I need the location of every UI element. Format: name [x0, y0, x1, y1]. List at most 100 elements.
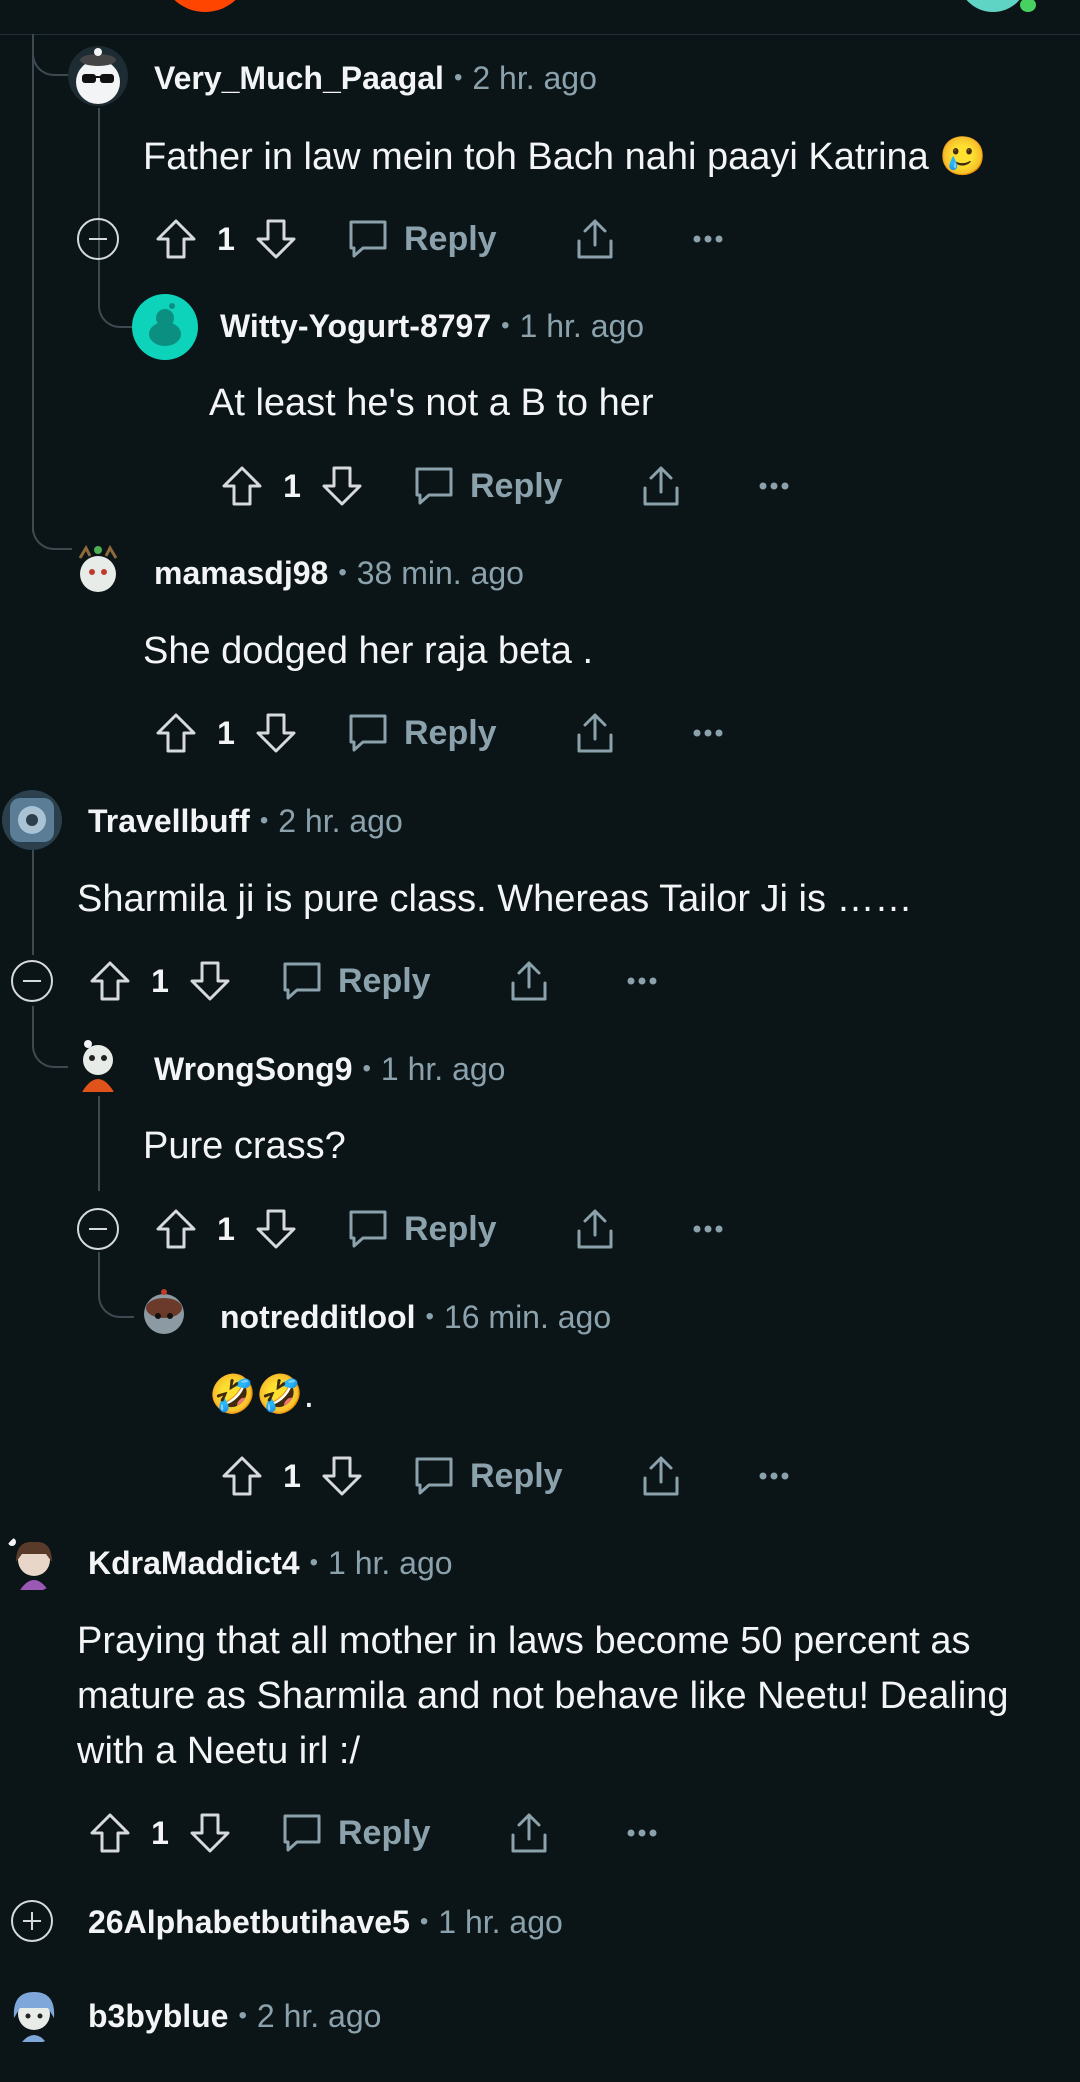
reply-button[interactable]: Reply: [280, 1811, 431, 1855]
separator-dot: •: [238, 2002, 247, 2029]
avatar[interactable]: [2, 1532, 62, 1592]
vote-count: 1: [217, 714, 235, 751]
timestamp: 16 min. ago: [443, 1298, 612, 1335]
more-options-button[interactable]: [693, 234, 723, 244]
separator-dot: •: [259, 807, 269, 834]
avatar[interactable]: [68, 540, 128, 600]
arrow-up-icon[interactable]: [218, 1452, 266, 1500]
username[interactable]: Very_Much_Paagal: [154, 60, 444, 97]
reply-button[interactable]: Reply: [412, 464, 563, 508]
avatar[interactable]: [2, 1984, 62, 2044]
separator-dot: •: [453, 64, 463, 91]
thread-line: [32, 34, 34, 532]
username[interactable]: KdraMaddict4: [88, 1545, 300, 1582]
ellipsis-icon: [693, 235, 723, 243]
comment-actions: 1 Reply: [152, 1199, 723, 1259]
share-button[interactable]: [573, 711, 617, 755]
ellipsis-icon: [627, 977, 657, 985]
avatar[interactable]: [68, 46, 128, 106]
share-button[interactable]: [507, 959, 551, 1003]
username[interactable]: Witty-Yogurt-8797: [220, 308, 491, 345]
more-options-button[interactable]: [759, 1471, 789, 1481]
avatar[interactable]: [134, 1286, 194, 1346]
share-button[interactable]: [573, 1207, 617, 1251]
more-options-button[interactable]: [693, 1224, 723, 1234]
comment-body: Pure crass?: [143, 1125, 346, 1167]
comment-meta: Travellbuff • 2 hr. ago: [88, 801, 403, 841]
arrow-down-icon[interactable]: [252, 1205, 300, 1253]
collapse-thread-button[interactable]: [11, 960, 53, 1002]
comment-meta: b3byblue • 2 hr. ago: [88, 1996, 381, 2036]
reply-button[interactable]: Reply: [280, 959, 431, 1003]
arrow-down-icon[interactable]: [318, 462, 366, 510]
timestamp: 2 hr. ago: [278, 802, 403, 839]
timestamp: 1 hr. ago: [328, 1544, 453, 1581]
share-button[interactable]: [507, 1811, 551, 1855]
username[interactable]: WrongSong9: [154, 1051, 353, 1088]
arrow-up-icon[interactable]: [152, 709, 200, 757]
reply-label: Reply: [470, 1456, 563, 1495]
separator-dot: •: [419, 1908, 429, 1935]
arrow-up-icon[interactable]: [152, 1205, 200, 1253]
share-icon: [577, 219, 613, 259]
share-icon: [643, 1456, 679, 1496]
arrow-up-icon[interactable]: [152, 215, 200, 263]
username[interactable]: 26Alphabetbutihave5: [88, 1904, 410, 1941]
more-options-button[interactable]: [759, 481, 789, 491]
arrow-up-icon[interactable]: [86, 957, 134, 1005]
reply-button[interactable]: Reply: [346, 217, 497, 261]
more-options-button[interactable]: [627, 976, 657, 986]
separator-dot: •: [425, 1303, 434, 1330]
avatar[interactable]: [68, 1036, 128, 1096]
thread-connector: [98, 262, 136, 328]
comment-meta[interactable]: 26Alphabetbutihave5 • 1 hr. ago: [88, 1902, 563, 1942]
comment-actions: 1 Reply: [152, 703, 723, 763]
username[interactable]: mamasdj98: [154, 555, 328, 592]
arrow-down-icon[interactable]: [252, 215, 300, 263]
share-button[interactable]: [639, 464, 683, 508]
username[interactable]: notredditlool: [220, 1299, 416, 1336]
avatar[interactable]: [2, 790, 62, 850]
reply-label: Reply: [404, 713, 497, 752]
comment-actions: 1 Reply: [218, 456, 789, 516]
reply-button[interactable]: Reply: [346, 711, 497, 755]
reply-label: Reply: [470, 466, 563, 505]
reply-label: Reply: [338, 961, 431, 1000]
arrow-down-icon[interactable]: [186, 957, 234, 1005]
collapse-thread-button[interactable]: [77, 218, 119, 260]
comment-meta: mamasdj98 • 38 min. ago: [154, 553, 524, 593]
share-button[interactable]: [639, 1454, 683, 1498]
timestamp: 38 min. ago: [356, 554, 524, 591]
avatar[interactable]: [132, 294, 198, 360]
comment-actions: 1 Reply: [86, 1803, 657, 1863]
username[interactable]: Travellbuff: [88, 803, 250, 840]
separator-dot: •: [362, 1055, 371, 1082]
arrow-up-icon[interactable]: [218, 462, 266, 510]
comment-body: Praying that all mother in laws become 5…: [77, 1614, 1009, 1779]
comment-meta: KdraMaddict4 • 1 hr. ago: [88, 1543, 453, 1583]
more-options-button[interactable]: [627, 1828, 657, 1838]
vote-count: 1: [283, 1457, 301, 1494]
more-options-button[interactable]: [693, 728, 723, 738]
arrow-down-icon[interactable]: [252, 709, 300, 757]
arrow-down-icon[interactable]: [186, 1809, 234, 1857]
reply-button[interactable]: Reply: [412, 1454, 563, 1498]
separator-dot: •: [309, 1549, 318, 1576]
collapse-thread-button[interactable]: [77, 1208, 119, 1250]
arrow-down-icon[interactable]: [318, 1452, 366, 1500]
share-icon: [577, 713, 613, 753]
thread-line: [98, 1096, 100, 1191]
speech-bubble-icon: [349, 1210, 387, 1248]
ellipsis-icon: [693, 729, 723, 737]
arrow-up-icon[interactable]: [86, 1809, 134, 1857]
share-button[interactable]: [573, 217, 617, 261]
timestamp: 1 hr. ago: [438, 1903, 563, 1940]
separator-dot: •: [501, 312, 510, 339]
top-bar: [0, 0, 1080, 35]
reply-button[interactable]: Reply: [346, 1207, 497, 1251]
ellipsis-icon: [759, 482, 789, 490]
vote-count: 1: [151, 962, 169, 999]
username[interactable]: b3byblue: [88, 1998, 228, 2035]
expand-thread-button[interactable]: [11, 1900, 53, 1942]
vote-count: 1: [217, 220, 235, 257]
